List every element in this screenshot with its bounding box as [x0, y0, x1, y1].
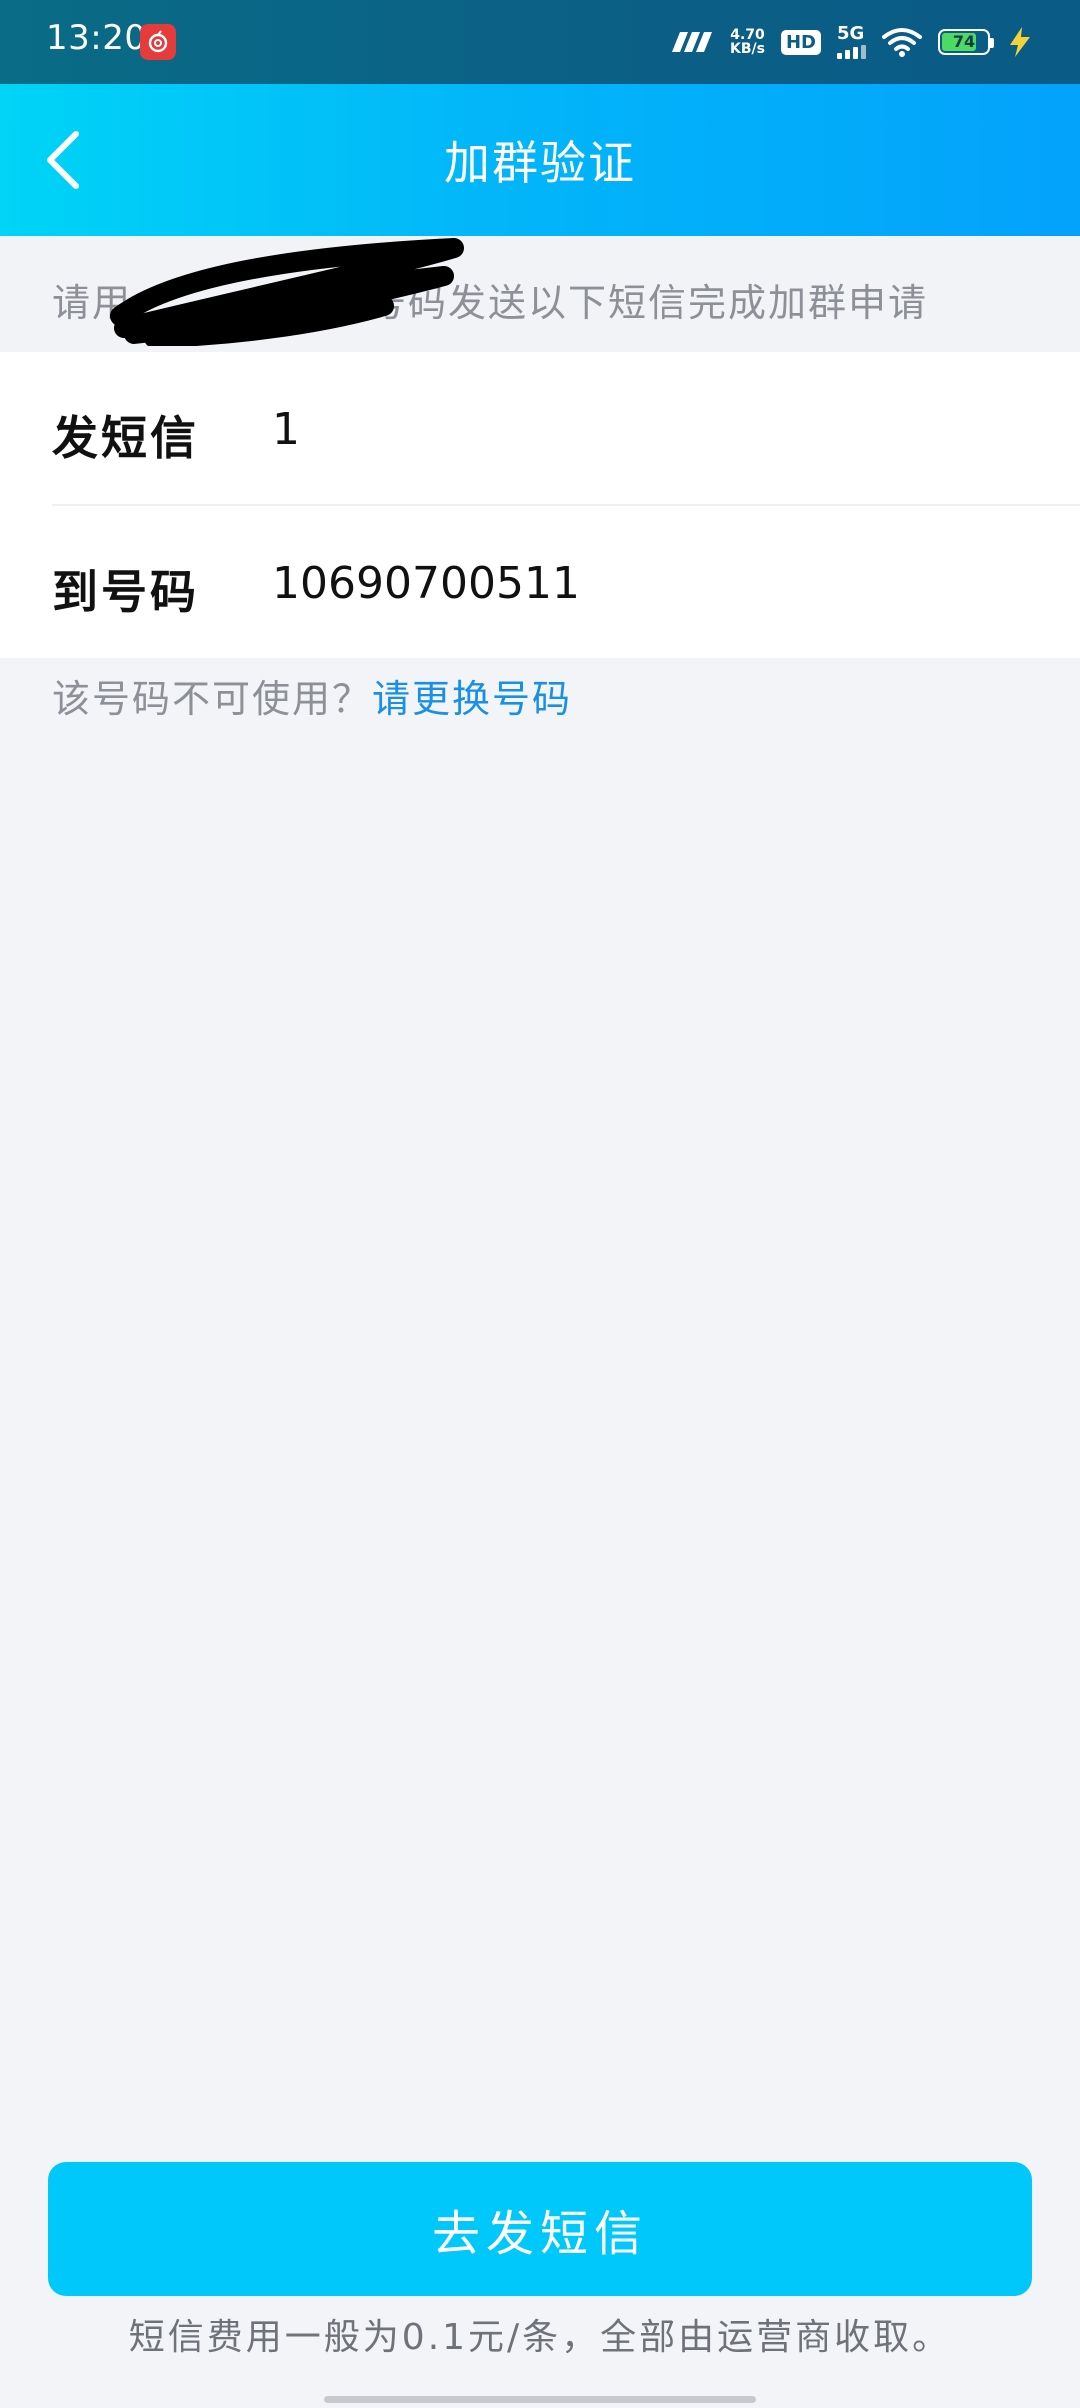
netease-music-icon: [140, 24, 176, 60]
charging-icon: [1010, 27, 1030, 57]
network-speed-icon: [672, 32, 713, 52]
status-time: 13:20: [46, 18, 147, 58]
sms-info-card: 发短信 1 到号码 10690700511: [0, 352, 1080, 658]
to-label: 到号码: [52, 565, 199, 619]
status-bar: 13:20 4.70 KB/s HD 5G 74: [0, 0, 1080, 84]
instruction-bar: 请用 号码发送以下短信完成加群申请: [0, 236, 1080, 352]
battery-icon: 74: [938, 29, 994, 55]
network-type: 5G: [837, 23, 865, 44]
change-number-line: 该号码不可使用？请更换号码: [52, 668, 572, 723]
send-sms-button[interactable]: 去发短信: [48, 2162, 1032, 2296]
signal-5g: 5G: [837, 25, 866, 59]
header-bar: 加群验证: [0, 84, 1080, 236]
change-question: 该号码不可使用？: [52, 677, 373, 721]
send-label: 发短信: [52, 411, 199, 465]
hd-badge: HD: [780, 29, 821, 55]
send-value: 1: [272, 404, 300, 455]
status-right-icons: 4.70 KB/s HD 5G 74: [668, 20, 1034, 64]
speed-value: 4.70: [730, 27, 765, 43]
redaction-scribble: [110, 238, 464, 346]
page-title: 加群验证: [444, 136, 636, 190]
wifi-icon: [882, 28, 922, 57]
to-value: 10690700511: [272, 558, 580, 609]
send-content-row: 发短信 1: [0, 352, 1080, 504]
target-number-row: 到号码 10690700511: [0, 506, 1080, 658]
home-indicator[interactable]: [324, 2396, 756, 2403]
send-sms-button-label: 去发短信: [431, 2206, 648, 2262]
change-number-link[interactable]: 请更换号码: [372, 677, 572, 721]
battery-level: 74: [952, 32, 976, 51]
signal-bars-icon: [837, 45, 866, 59]
network-speed: 4.70 KB/s: [730, 28, 765, 56]
fee-note: 短信费用一般为0.1元/条，全部由运营商收取。: [128, 2317, 952, 2358]
speed-unit: KB/s: [730, 41, 765, 57]
